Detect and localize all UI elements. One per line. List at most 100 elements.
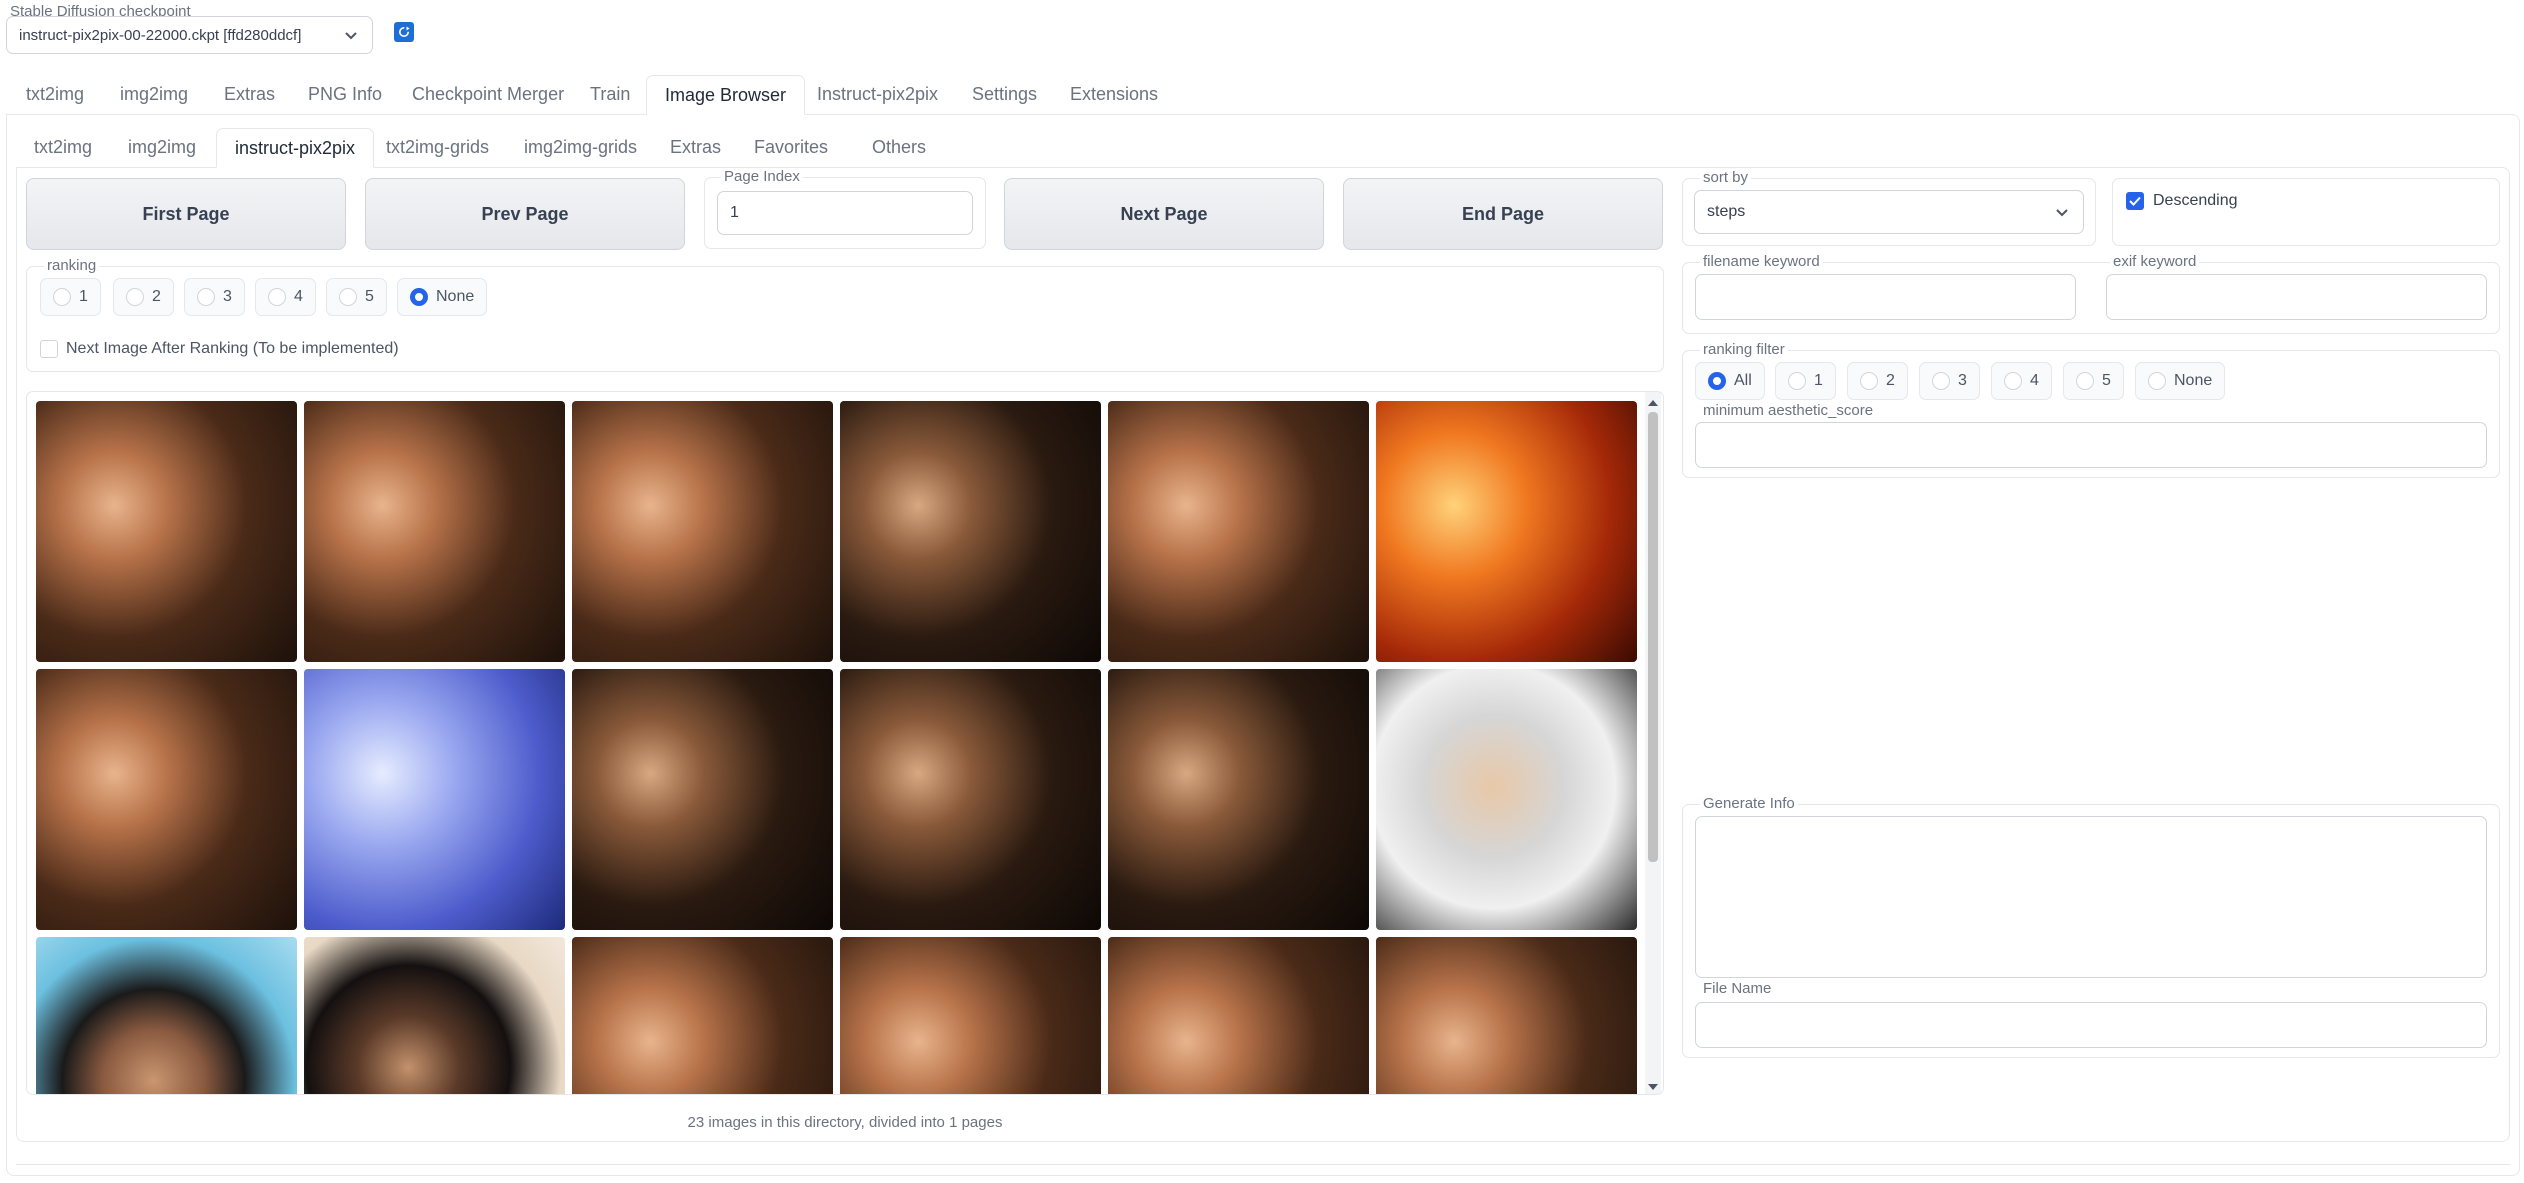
refresh-icon xyxy=(399,26,410,37)
main-tab-txt2img[interactable]: txt2img xyxy=(26,84,84,105)
sort-by-dropdown[interactable]: steps xyxy=(1694,190,2084,234)
gallery-thumbnail[interactable] xyxy=(840,401,1101,662)
radio-label: 2 xyxy=(1886,372,1895,389)
gallery-thumbnail[interactable] xyxy=(572,937,833,1094)
main-tab-train[interactable]: Train xyxy=(590,84,630,105)
checkpoint-dropdown[interactable]: instruct-pix2pix-00-22000.ckpt [ffd280dd… xyxy=(6,16,373,54)
ranking-filter-option-1[interactable]: 1 xyxy=(1775,362,1836,400)
file-name-input[interactable] xyxy=(1695,1002,2487,1048)
radio-circle-icon xyxy=(1708,372,1726,390)
radio-circle-icon xyxy=(268,288,286,306)
gallery-thumbnail[interactable] xyxy=(572,401,833,662)
gallery-scrollbar[interactable] xyxy=(1645,392,1661,1094)
file-name-label: File Name xyxy=(1703,980,1772,997)
ranking-option-none[interactable]: None xyxy=(397,278,488,316)
sort-by-label: sort by xyxy=(1700,169,1752,186)
radio-label: None xyxy=(2174,372,2213,389)
gallery-thumbnail[interactable] xyxy=(1108,401,1369,662)
radio-label: 1 xyxy=(79,288,88,305)
gallery-thumbnail[interactable] xyxy=(840,937,1101,1094)
sub-tab-txt2img-grids[interactable]: txt2img-grids xyxy=(386,137,489,158)
radio-circle-icon xyxy=(1788,372,1806,390)
gallery-thumbnail[interactable] xyxy=(36,937,297,1094)
radio-label: 2 xyxy=(152,288,161,305)
gallery-thumbnail[interactable] xyxy=(1376,669,1637,930)
main-tab-img2img[interactable]: img2img xyxy=(120,84,188,105)
gallery-thumbnail[interactable] xyxy=(304,937,565,1094)
gallery-thumbnail[interactable] xyxy=(36,401,297,662)
gallery-status: 23 images in this directory, divided int… xyxy=(687,1114,1003,1131)
page-index-input[interactable]: 1 xyxy=(717,191,973,235)
radio-circle-icon xyxy=(1860,372,1878,390)
main-tab-settings[interactable]: Settings xyxy=(972,84,1037,105)
main-tab-png-info[interactable]: PNG Info xyxy=(308,84,382,105)
ranking-option-2[interactable]: 2 xyxy=(113,278,174,316)
ranking-filter-label: ranking filter xyxy=(1700,341,1788,358)
sub-tab-favorites[interactable]: Favorites xyxy=(754,137,828,158)
refresh-button[interactable] xyxy=(394,22,414,42)
chevron-down-icon xyxy=(2056,209,2068,217)
next-image-checkbox[interactable] xyxy=(40,340,58,358)
exif-keyword-label: exif keyword xyxy=(2110,253,2200,270)
prev-page-button[interactable]: Prev Page xyxy=(365,178,685,250)
sub-tab-txt2img[interactable]: txt2img xyxy=(34,137,92,158)
ranking-filter-option-2[interactable]: 2 xyxy=(1847,362,1908,400)
ranking-filter-option-3[interactable]: 3 xyxy=(1919,362,1980,400)
ranking-filter-option-all[interactable]: All xyxy=(1695,362,1765,400)
sub-tab-img2img[interactable]: img2img xyxy=(128,137,196,158)
gallery-thumbnail[interactable] xyxy=(1108,669,1369,930)
gallery xyxy=(26,391,1664,1095)
ranking-option-5[interactable]: 5 xyxy=(326,278,387,316)
next-page-button[interactable]: Next Page xyxy=(1004,178,1324,250)
ranking-filter-option-none[interactable]: None xyxy=(2135,362,2226,400)
radio-label: 3 xyxy=(223,288,232,305)
ranking-filter-option-5[interactable]: 5 xyxy=(2063,362,2124,400)
end-page-button[interactable]: End Page xyxy=(1343,178,1663,250)
first-page-button[interactable]: First Page xyxy=(26,178,346,250)
descending-checkbox[interactable] xyxy=(2126,192,2144,210)
sub-tab-others[interactable]: Others xyxy=(872,137,926,158)
scroll-down-icon[interactable] xyxy=(1648,1084,1658,1090)
aesthetic-input[interactable] xyxy=(1695,422,2487,468)
main-tab-checkpoint-merger[interactable]: Checkpoint Merger xyxy=(412,84,564,105)
radio-circle-icon xyxy=(53,288,71,306)
sub-tab-extras[interactable]: Extras xyxy=(670,137,721,158)
radio-label: 4 xyxy=(2030,372,2039,389)
ranking-filter-option-4[interactable]: 4 xyxy=(1991,362,2052,400)
sub-tab-instruct-pix2pix[interactable]: instruct-pix2pix xyxy=(216,128,375,168)
main-tab-image-browser[interactable]: Image Browser xyxy=(646,75,806,115)
aesthetic-label: minimum aesthetic_score xyxy=(1703,402,1874,419)
main-tab-extensions[interactable]: Extensions xyxy=(1070,84,1158,105)
radio-label: 1 xyxy=(1814,372,1823,389)
gallery-thumbnail[interactable] xyxy=(304,401,565,662)
gallery-thumbnail[interactable] xyxy=(1376,401,1637,662)
gallery-thumbnail[interactable] xyxy=(304,669,565,930)
radio-label: 5 xyxy=(365,288,374,305)
filename-keyword-input[interactable] xyxy=(1695,274,2076,320)
radio-label: All xyxy=(1734,372,1752,389)
gallery-thumbnail[interactable] xyxy=(840,669,1101,930)
ranking-option-4[interactable]: 4 xyxy=(255,278,316,316)
sub-tab-img2img-grids[interactable]: img2img-grids xyxy=(524,137,637,158)
radio-circle-icon xyxy=(410,288,428,306)
ranking-option-1[interactable]: 1 xyxy=(40,278,101,316)
checkmark-icon xyxy=(2129,196,2141,206)
gallery-thumbnail[interactable] xyxy=(36,669,297,930)
radio-label: 5 xyxy=(2102,372,2111,389)
main-tab-extras[interactable]: Extras xyxy=(224,84,275,105)
radio-circle-icon xyxy=(339,288,357,306)
gallery-thumbnail[interactable] xyxy=(1376,937,1637,1094)
scroll-up-icon[interactable] xyxy=(1648,400,1658,406)
gallery-thumbnail[interactable] xyxy=(572,669,833,930)
radio-circle-icon xyxy=(1932,372,1950,390)
radio-circle-icon xyxy=(2148,372,2166,390)
generate-info-textarea[interactable] xyxy=(1695,816,2487,978)
main-tab-instruct-pix2pix[interactable]: Instruct-pix2pix xyxy=(817,84,938,105)
exif-keyword-input[interactable] xyxy=(2106,274,2487,320)
checkpoint-value: instruct-pix2pix-00-22000.ckpt [ffd280dd… xyxy=(19,26,302,44)
generate-info-label: Generate Info xyxy=(1700,795,1798,812)
gallery-thumbnail[interactable] xyxy=(1108,937,1369,1094)
scroll-thumb[interactable] xyxy=(1648,412,1658,862)
radio-circle-icon xyxy=(2076,372,2094,390)
ranking-option-3[interactable]: 3 xyxy=(184,278,245,316)
